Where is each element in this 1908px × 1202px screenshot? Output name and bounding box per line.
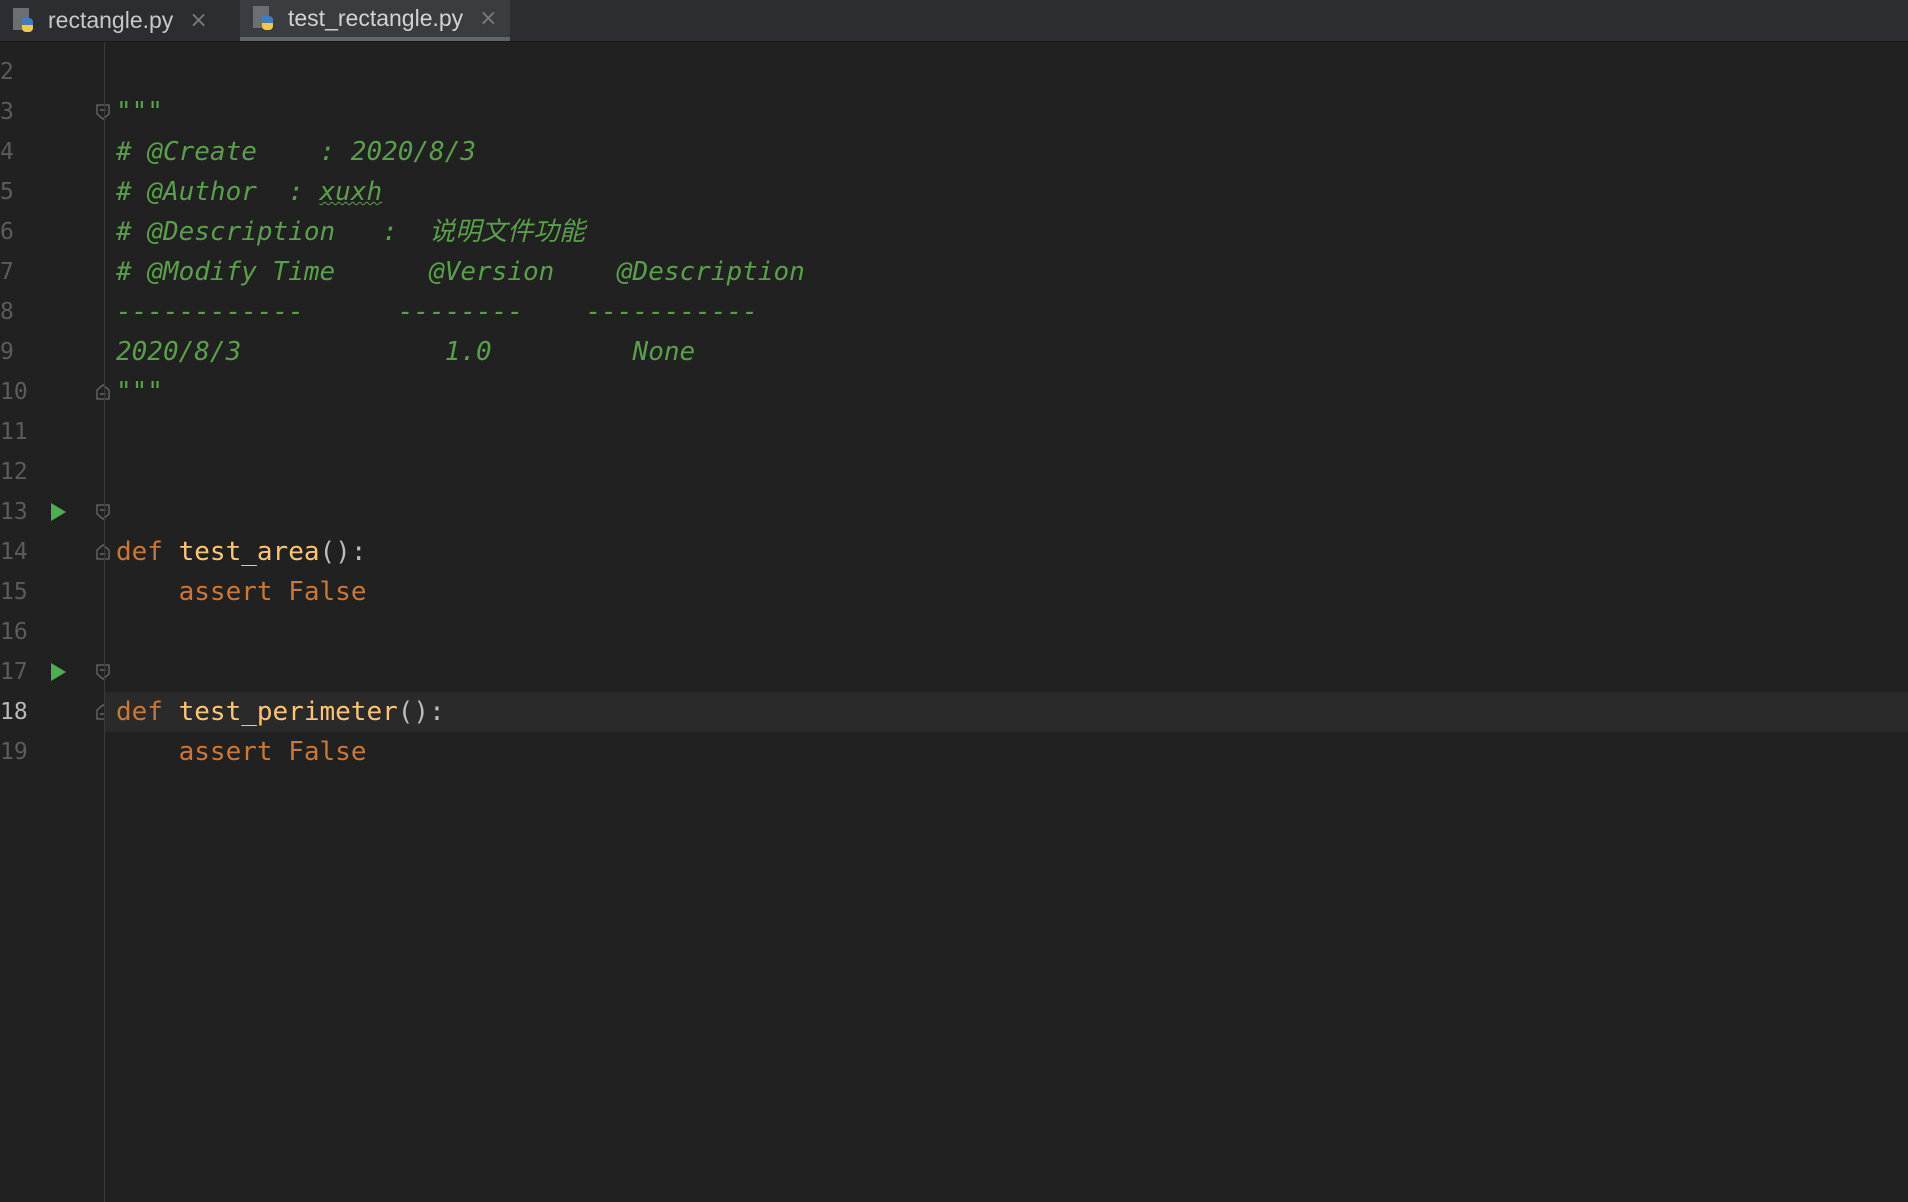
code-line-4: # @Create : 2020/8/3: [116, 137, 477, 167]
code-line-5: # @Author : xuxh: [116, 172, 382, 212]
close-icon[interactable]: ×: [479, 6, 497, 31]
author-name: xuxh: [319, 177, 383, 207]
editor-tab-bar: rectangle.py × test_rectangle.py ×: [0, 0, 1908, 42]
code-line-8: ------------ -------- -----------: [116, 297, 758, 327]
keyword-def: def: [116, 697, 163, 727]
keyword-false: False: [288, 737, 367, 767]
code-editor[interactable]: """ # @Create : 2020/8/3 # @Author : xux…: [0, 42, 1908, 1202]
punctuation: ():: [397, 697, 445, 727]
code-line-3: """: [116, 97, 163, 127]
function-name: test_perimeter: [178, 697, 398, 727]
keyword-assert: assert: [178, 737, 273, 767]
tab-test-rectangle-py[interactable]: test_rectangle.py ×: [240, 0, 510, 41]
code-line-14: assert False: [116, 572, 367, 612]
ide-window: rectangle.py × test_rectangle.py × 2 3 4…: [0, 0, 1908, 1202]
code-line-10: """: [116, 377, 163, 407]
punctuation: ():: [319, 537, 367, 567]
code-line-18: assert False: [116, 732, 367, 772]
tab-label: rectangle.py: [48, 7, 174, 33]
close-icon[interactable]: ×: [189, 8, 207, 33]
code-line-17: def test_perimeter():: [116, 692, 445, 732]
code-line-6: # @Description : 说明文件功能: [116, 217, 586, 247]
comment-author-label: # @Author :: [116, 177, 320, 207]
tab-rectangle-py[interactable]: rectangle.py ×: [0, 0, 208, 41]
python-file-icon: [10, 6, 40, 36]
tab-label: test_rectangle.py: [288, 5, 464, 31]
keyword-assert: assert: [178, 577, 273, 607]
keyword-def: def: [116, 537, 163, 567]
code-line-13: def test_area():: [116, 532, 366, 572]
python-file-icon: [250, 4, 280, 34]
code-line-7: # @Modify Time @Version @Description: [116, 257, 805, 287]
keyword-false: False: [288, 577, 367, 607]
code-line-9: 2020/8/3 1.0 None: [116, 337, 696, 367]
function-name: test_area: [178, 537, 320, 567]
